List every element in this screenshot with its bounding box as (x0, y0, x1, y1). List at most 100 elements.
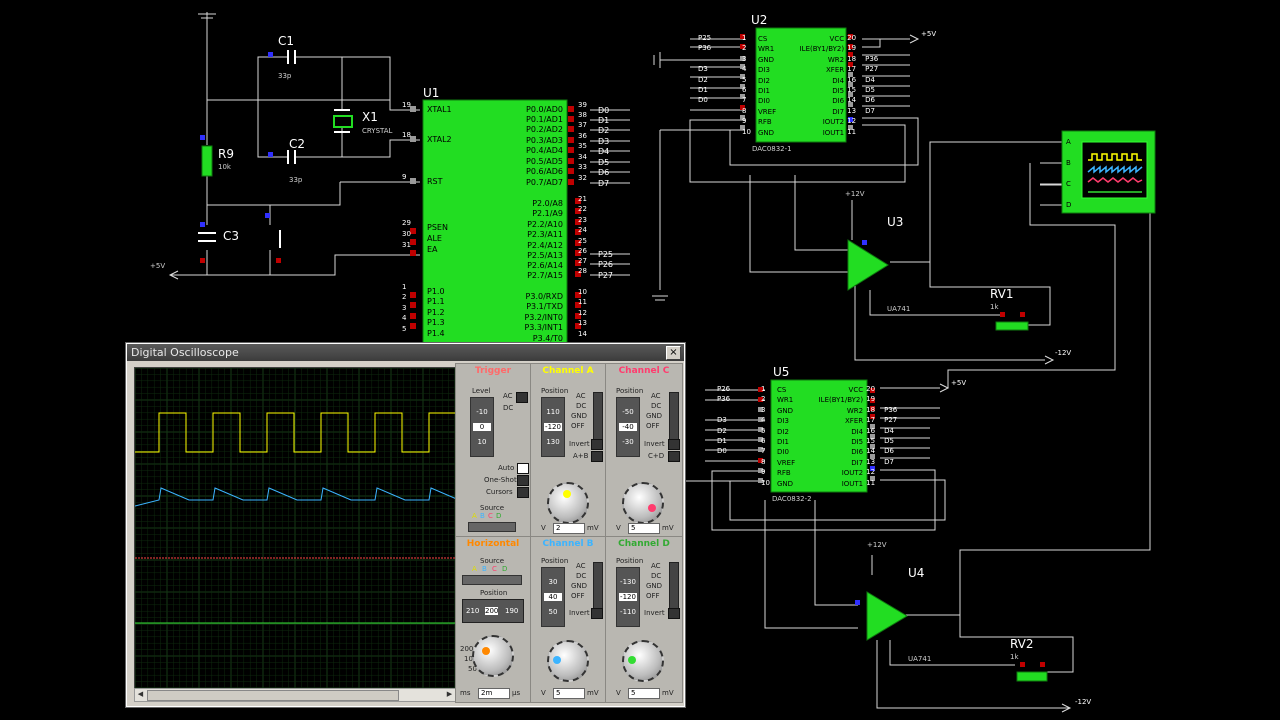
invert-label: Invert (644, 440, 665, 448)
net-label: D3 (717, 416, 727, 425)
channel-a-scale-knob[interactable] (547, 482, 589, 524)
u1-pin-name: P0.0/AD0 (526, 105, 563, 114)
scroll-right-icon[interactable]: ▶ (444, 689, 455, 700)
scale-unit: mV (587, 689, 599, 697)
u1-pin-name: P2.3/A11 (527, 230, 563, 239)
trigger-coupling-ac: AC (503, 392, 513, 400)
timebase-knob[interactable] (472, 635, 514, 677)
u1-pin-name: P2.4/A12 (527, 241, 563, 250)
source-a: A (472, 565, 477, 573)
u4-body (866, 591, 908, 641)
u1-pin-name: P3.1/TXD (526, 302, 563, 311)
auto-button[interactable] (517, 463, 529, 474)
u1-pin-number: 39 (578, 101, 587, 109)
channel-b-scale-value: 5 (553, 688, 585, 699)
net-label: D1 (698, 86, 708, 94)
channel-a-position-slider[interactable]: 110 -120 130 (541, 397, 565, 457)
channel-a-invert-button[interactable] (591, 439, 603, 450)
net-label: P36 (717, 395, 731, 404)
time-unit-right: µs (512, 689, 521, 697)
oscilloscope-window[interactable]: Digital Oscilloscope × ◀ ▶ Trigger Level… (126, 343, 685, 707)
trigger-panel: Trigger Level -10 0 10 AC DC Auto One-Sh… (455, 363, 531, 537)
u1-pin-number: 19 (402, 101, 411, 109)
vcc-label: +5V (921, 30, 937, 38)
net-label: D0 (717, 447, 727, 456)
vcc-label: +5V (951, 379, 967, 387)
u1-pin-number: 11 (578, 298, 587, 306)
scroll-thumb[interactable] (147, 690, 399, 701)
channel-d-title: Channel D (618, 539, 670, 549)
close-button[interactable]: × (666, 346, 681, 360)
u2-pin-name: ILE(BY1/BY2) (799, 45, 845, 54)
u2-pin-number: 5 (742, 75, 747, 84)
channel-b-invert-button[interactable] (591, 608, 603, 619)
channel-a-position-label: Position (541, 387, 569, 395)
u2-pin-number: 12 (847, 117, 857, 126)
one-shot-button[interactable] (517, 475, 529, 486)
u2-pin-number: 4 (742, 65, 747, 74)
cursors-button[interactable] (517, 487, 529, 498)
u2-pin-number: 13 (847, 106, 857, 115)
channel-d-coupling-switch[interactable] (669, 562, 679, 614)
net-label: D6 (598, 168, 610, 177)
u5-pin-name: DI7 (851, 458, 864, 467)
window-titlebar[interactable]: Digital Oscilloscope × (127, 344, 684, 361)
rv2-ref: RV2 (1010, 637, 1034, 651)
u5-pin-name: RFB (777, 469, 791, 478)
u2-pin-number: 9 (742, 117, 747, 126)
x1-ref: X1 (362, 110, 378, 124)
net-label: D1 (717, 437, 727, 445)
net-label: D0 (598, 106, 610, 115)
channel-d-position-slider[interactable]: -130 -120 -110 (616, 567, 640, 627)
position-value: 30 (548, 578, 558, 586)
channel-c-combine-button[interactable] (668, 451, 680, 462)
channel-d-scale-knob[interactable] (622, 640, 664, 682)
u1-pin-name: P2.5/A13 (527, 251, 563, 260)
scroll-left-icon[interactable]: ◀ (135, 689, 146, 700)
source-d: D (502, 565, 508, 573)
coupling-dc: DC (576, 572, 587, 580)
supply-label: -12V (1055, 349, 1072, 357)
u3-name: UA741 (887, 305, 911, 313)
channel-d-invert-button[interactable] (668, 608, 680, 619)
channel-c-coupling-switch[interactable] (669, 392, 679, 444)
channel-b-coupling-switch[interactable] (593, 562, 603, 614)
channel-b-scale-knob[interactable] (547, 640, 589, 682)
net-label: D7 (598, 179, 610, 188)
coupling-dc: DC (576, 402, 587, 410)
horizontal-source-slider[interactable] (462, 575, 522, 585)
horizontal-scrollbar[interactable]: ◀ ▶ (134, 688, 456, 702)
trigger-coupling-switch[interactable] (516, 392, 528, 403)
source-b: B (482, 565, 487, 573)
u1-pin-number: 32 (578, 174, 587, 182)
scale-unit: mV (662, 689, 674, 697)
u5-ref: U5 (773, 365, 790, 379)
channel-a-coupling-switch[interactable] (593, 392, 603, 444)
trigger-level-slider[interactable]: -10 0 10 (470, 397, 494, 457)
channel-c-position-slider[interactable]: -50 -40 -30 (616, 397, 640, 457)
u1-pin-name: P0.6/AD6 (526, 167, 563, 176)
u1-pin-name: P2.0/A8 (532, 199, 563, 208)
channel-c-invert-button[interactable] (668, 439, 680, 450)
channel-c-scale-knob[interactable] (622, 482, 664, 524)
u2-pin-number: 14 (847, 96, 857, 105)
scale-prefix: V (541, 689, 546, 697)
proteus-workspace[interactable]: C1 33p C2 33p X1 CRYSTAL R9 10k C3 +5V U… (0, 0, 1280, 720)
coupling-ac: AC (651, 562, 661, 570)
u5-pin-number: 9 (761, 468, 766, 477)
u1-ref: U1 (423, 86, 440, 100)
u5-pin-name: DI4 (851, 427, 864, 436)
u1-pin-number: 38 (578, 111, 587, 119)
c1-value: 33p (278, 72, 292, 80)
horizontal-position-slider[interactable]: 210 200 190 (462, 599, 524, 623)
source-b: B (480, 512, 485, 520)
trigger-coupling-dc: DC (503, 404, 514, 412)
u5-pin-name: XFER (845, 417, 864, 426)
trigger-source-slider[interactable] (468, 522, 516, 532)
u2-pin-name: XFER (826, 66, 845, 75)
channel-a-combine-button[interactable] (591, 451, 603, 462)
channel-b-position-slider[interactable]: 30 40 50 (541, 567, 565, 627)
u5-pin-name: DI6 (851, 448, 864, 457)
u2-pin-name: DI3 (758, 66, 770, 75)
channel-b-panel: Channel B Position 30 40 50 AC DC GND OF… (530, 536, 606, 703)
